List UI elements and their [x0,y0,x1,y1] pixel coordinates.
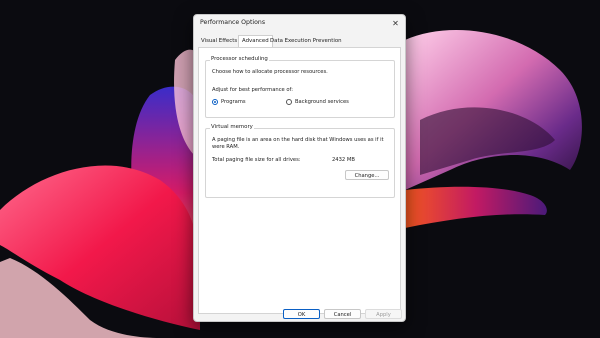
processor-scheduling-title: Processor scheduling [210,56,269,62]
advanced-tab-panel: Processor scheduling Choose how to alloc… [198,47,401,314]
change-button[interactable]: Change... [345,170,389,180]
background-services-radio[interactable] [286,99,292,105]
background-services-label[interactable]: Background services [295,99,349,105]
title-bar: Performance Options ✕ [194,15,405,33]
programs-radio[interactable] [212,99,218,105]
close-icon[interactable]: ✕ [390,18,401,29]
total-paging-value: 2432 MB [332,157,355,163]
adjust-performance-label: Adjust for best performance of: [212,87,293,93]
processor-description: Choose how to allocate processor resourc… [212,69,328,75]
tab-data-execution-prevention[interactable]: Data Execution Prevention [267,36,345,46]
cancel-button[interactable]: Cancel [324,309,361,319]
apply-button[interactable]: Apply [365,309,402,319]
dialog-title: Performance Options [200,19,266,26]
tab-visual-effects[interactable]: Visual Effects [198,36,240,46]
virtual-memory-group: Virtual memory A paging file is an area … [205,124,395,198]
petal-shape [405,186,547,228]
tab-strip: Visual Effects Advanced Data Execution P… [198,35,401,47]
virtual-memory-description-line2: were RAM. [212,144,240,150]
performance-options-dialog: Performance Options ✕ Visual Effects Adv… [193,14,406,322]
processor-scheduling-group: Processor scheduling Choose how to alloc… [205,56,395,118]
virtual-memory-description-line1: A paging file is an area on the hard dis… [212,137,384,143]
virtual-memory-title: Virtual memory [210,124,254,130]
ok-button[interactable]: OK [283,309,320,319]
total-paging-label: Total paging file size for all drives: [212,157,301,163]
programs-label[interactable]: Programs [221,99,246,105]
